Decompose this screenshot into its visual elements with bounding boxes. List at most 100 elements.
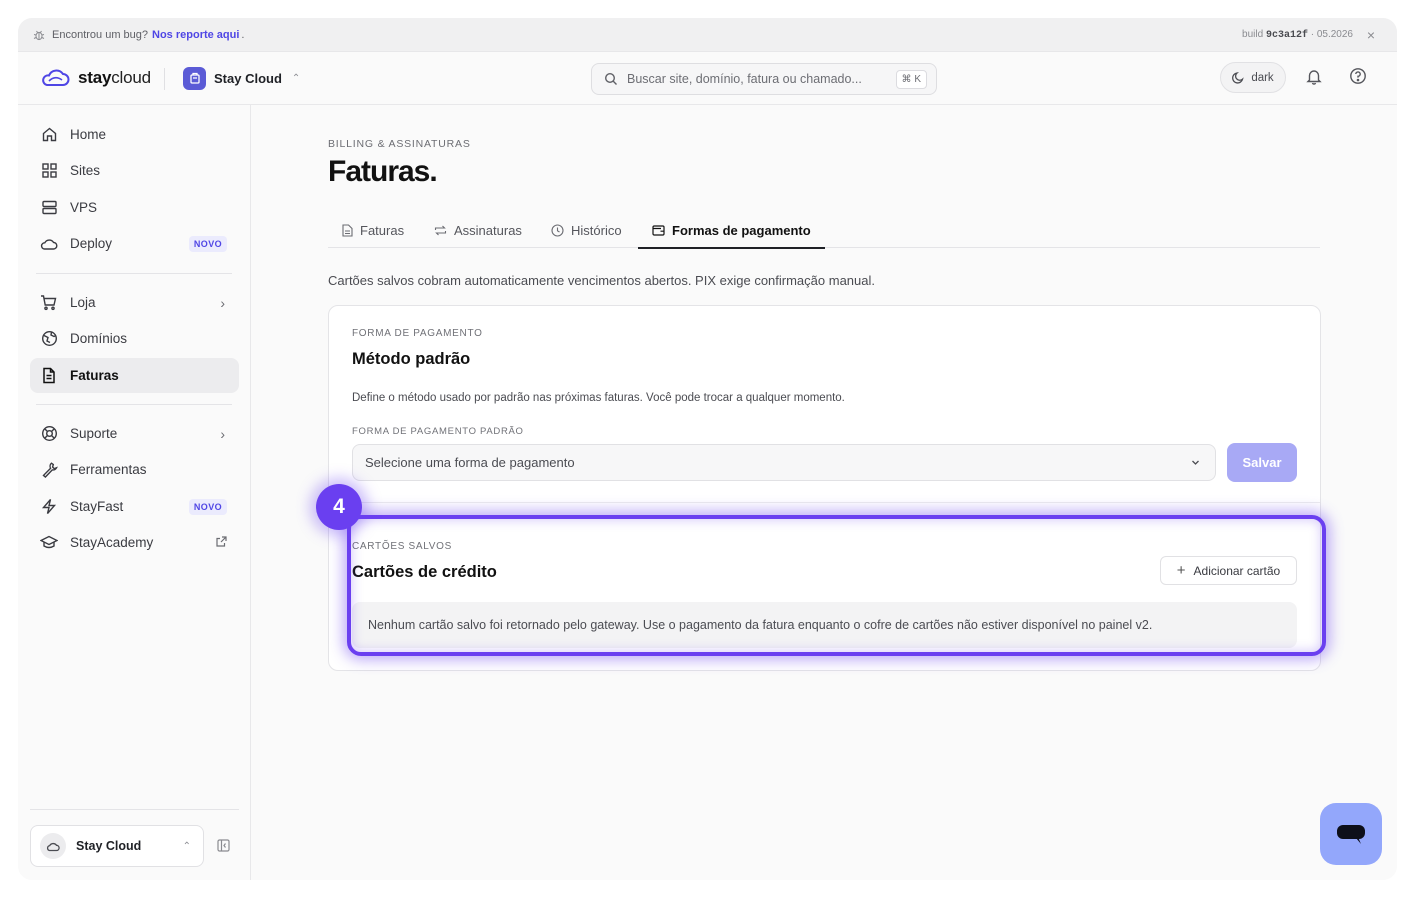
sidebar-item-faturas[interactable]: Faturas (30, 358, 239, 393)
tab-formas-de-pagamento[interactable]: Formas de pagamento (638, 213, 825, 249)
sidebar-divider (36, 273, 232, 274)
home-icon (40, 126, 58, 144)
chevron-right-icon: › (220, 425, 225, 442)
build-prefix: build (1242, 28, 1264, 40)
cloud-logo-icon (42, 69, 70, 86)
search-bar[interactable]: Buscar site, domínio, fatura ou chamado.… (591, 63, 937, 95)
bell-icon[interactable] (1306, 68, 1322, 85)
sidebar-item-label: Home (70, 127, 107, 142)
sidebar-item-stayacademy[interactable]: StayAcademy (30, 525, 239, 560)
sidebar-item-ferramentas[interactable]: Ferramentas (30, 452, 239, 487)
payment-description: Define o método usado por padrão nas pró… (352, 392, 845, 404)
chevron-right-icon: › (220, 294, 225, 311)
workspace-switcher[interactable]: Stay Cloud ⌃ (183, 66, 300, 90)
payment-methods-card: FORMA DE PAGAMENTO Método padrão Define … (328, 305, 1321, 671)
new-badge: NOVO (188, 498, 227, 515)
wallet-icon (652, 225, 665, 236)
bug-icon (33, 29, 45, 41)
search-icon (604, 72, 617, 85)
sidebar-item-label: Faturas (70, 368, 119, 383)
search-input[interactable]: Buscar site, domínio, fatura ou chamado.… (627, 72, 862, 86)
empty-cards-message: Nenhum cartão salvo foi retornado pelo g… (352, 602, 1297, 648)
chevron-updown-icon: ⌃ (182, 840, 191, 852)
clock-icon (551, 224, 564, 237)
header-divider (164, 68, 165, 90)
sidebar-item-label: Ferramentas (70, 462, 147, 477)
help-icon[interactable] (1349, 67, 1367, 85)
sidebar: Home Sites VPS Deploy NOVO Loja › Domíni… (18, 105, 251, 880)
lifebuoy-icon (40, 425, 58, 443)
wrench-icon (40, 461, 58, 479)
theme-toggle[interactable]: dark (1220, 62, 1286, 93)
repeat-icon (434, 225, 447, 236)
brand-wordmark: staycloud (78, 68, 151, 88)
sidebar-item-label: VPS (70, 200, 98, 215)
build-date: · 05.2026 (1310, 28, 1353, 40)
brand-logo[interactable]: staycloud (40, 68, 151, 88)
tutorial-step-badge: 4 (316, 484, 362, 530)
account-name: Stay Cloud (76, 839, 142, 853)
sidebar-item-label: StayFast (70, 499, 124, 514)
cloud-icon (40, 235, 58, 253)
card-divider (329, 502, 1320, 503)
tab-historico[interactable]: Histórico (551, 213, 622, 248)
main-content: BILLING & ASSINATURAS Faturas. Faturas A… (252, 105, 1397, 880)
page-description: Cartões salvos cobram automaticamente ve… (328, 273, 875, 288)
bug-report-message: Encontrou um bug? (52, 28, 149, 41)
close-icon[interactable]: × (1364, 28, 1378, 42)
tab-label: Histórico (571, 223, 622, 238)
moon-icon (1232, 72, 1244, 84)
chat-launcher-button[interactable] (1320, 803, 1382, 865)
account-avatar (40, 833, 66, 859)
billing-tabs: Faturas Assinaturas Histórico Formas de … (328, 213, 1320, 249)
add-card-button[interactable]: + Adicionar cartão (1160, 556, 1297, 585)
sidebar-item-label: Sites (70, 163, 101, 178)
new-badge: NOVO (188, 235, 227, 252)
default-payment-select[interactable]: Selecione uma forma de pagamento (352, 444, 1216, 481)
select-value: Selecione uma forma de pagamento (365, 455, 575, 470)
sidebar-item-dominios[interactable]: Domínios (30, 321, 239, 356)
saved-cards-title: Cartões de crédito (352, 563, 497, 581)
collapse-sidebar-icon[interactable] (217, 839, 230, 852)
grid-icon (40, 162, 58, 180)
sidebar-item-sites[interactable]: Sites (30, 153, 239, 188)
bug-report-link[interactable]: Nos reporte aqui (152, 29, 239, 41)
save-button[interactable]: Salvar (1227, 443, 1297, 482)
sidebar-item-deploy[interactable]: Deploy NOVO (30, 226, 239, 261)
top-header: staycloud Stay Cloud ⌃ Buscar site, domí… (18, 52, 1397, 105)
app-window: Encontrou um bug? Nos reporte aqui . bui… (18, 18, 1397, 880)
workspace-icon (183, 66, 206, 90)
chevron-down-icon (1192, 460, 1199, 465)
file-icon (40, 367, 58, 385)
payment-eyebrow: FORMA DE PAGAMENTO (352, 328, 483, 339)
page-title: Faturas. (328, 155, 438, 188)
search-shortcut: ⌘ K (895, 70, 927, 89)
sidebar-item-suporte[interactable]: Suporte › (30, 416, 239, 451)
sidebar-divider (30, 809, 239, 810)
sidebar-item-label: Deploy (70, 236, 113, 251)
tab-faturas[interactable]: Faturas (342, 213, 404, 248)
sidebar-item-loja[interactable]: Loja › (30, 285, 239, 320)
page-eyebrow: BILLING & ASSINATURAS (328, 138, 471, 150)
sidebar-item-vps[interactable]: VPS (30, 190, 239, 225)
workspace-name: Stay Cloud (214, 70, 282, 86)
plus-icon: + (1176, 562, 1186, 579)
account-switcher[interactable]: Stay Cloud ⌃ (30, 825, 204, 867)
brand-wordmark-light: cloud (111, 68, 151, 87)
build-hash: 9c3a12f (1265, 29, 1308, 41)
add-card-label: Adicionar cartão (1193, 563, 1281, 578)
sidebar-item-stayfast[interactable]: StayFast NOVO (30, 489, 239, 524)
tab-assinaturas[interactable]: Assinaturas (434, 213, 522, 248)
sidebar-item-label: Domínios (70, 331, 128, 346)
tab-label: Formas de pagamento (672, 222, 811, 238)
sidebar-item-label: Suporte (70, 426, 118, 441)
sidebar-divider (36, 404, 232, 405)
sidebar-item-label: StayAcademy (70, 535, 154, 550)
chat-icon (1337, 825, 1365, 844)
sidebar-item-label: Loja (70, 295, 96, 310)
empty-cards-text: Nenhum cartão salvo foi retornado pelo g… (368, 618, 1153, 632)
saved-cards-eyebrow: CARTÕES SALVOS (352, 541, 453, 552)
sidebar-item-home[interactable]: Home (30, 117, 239, 152)
tab-label: Faturas (360, 223, 405, 238)
file-icon (342, 224, 353, 237)
